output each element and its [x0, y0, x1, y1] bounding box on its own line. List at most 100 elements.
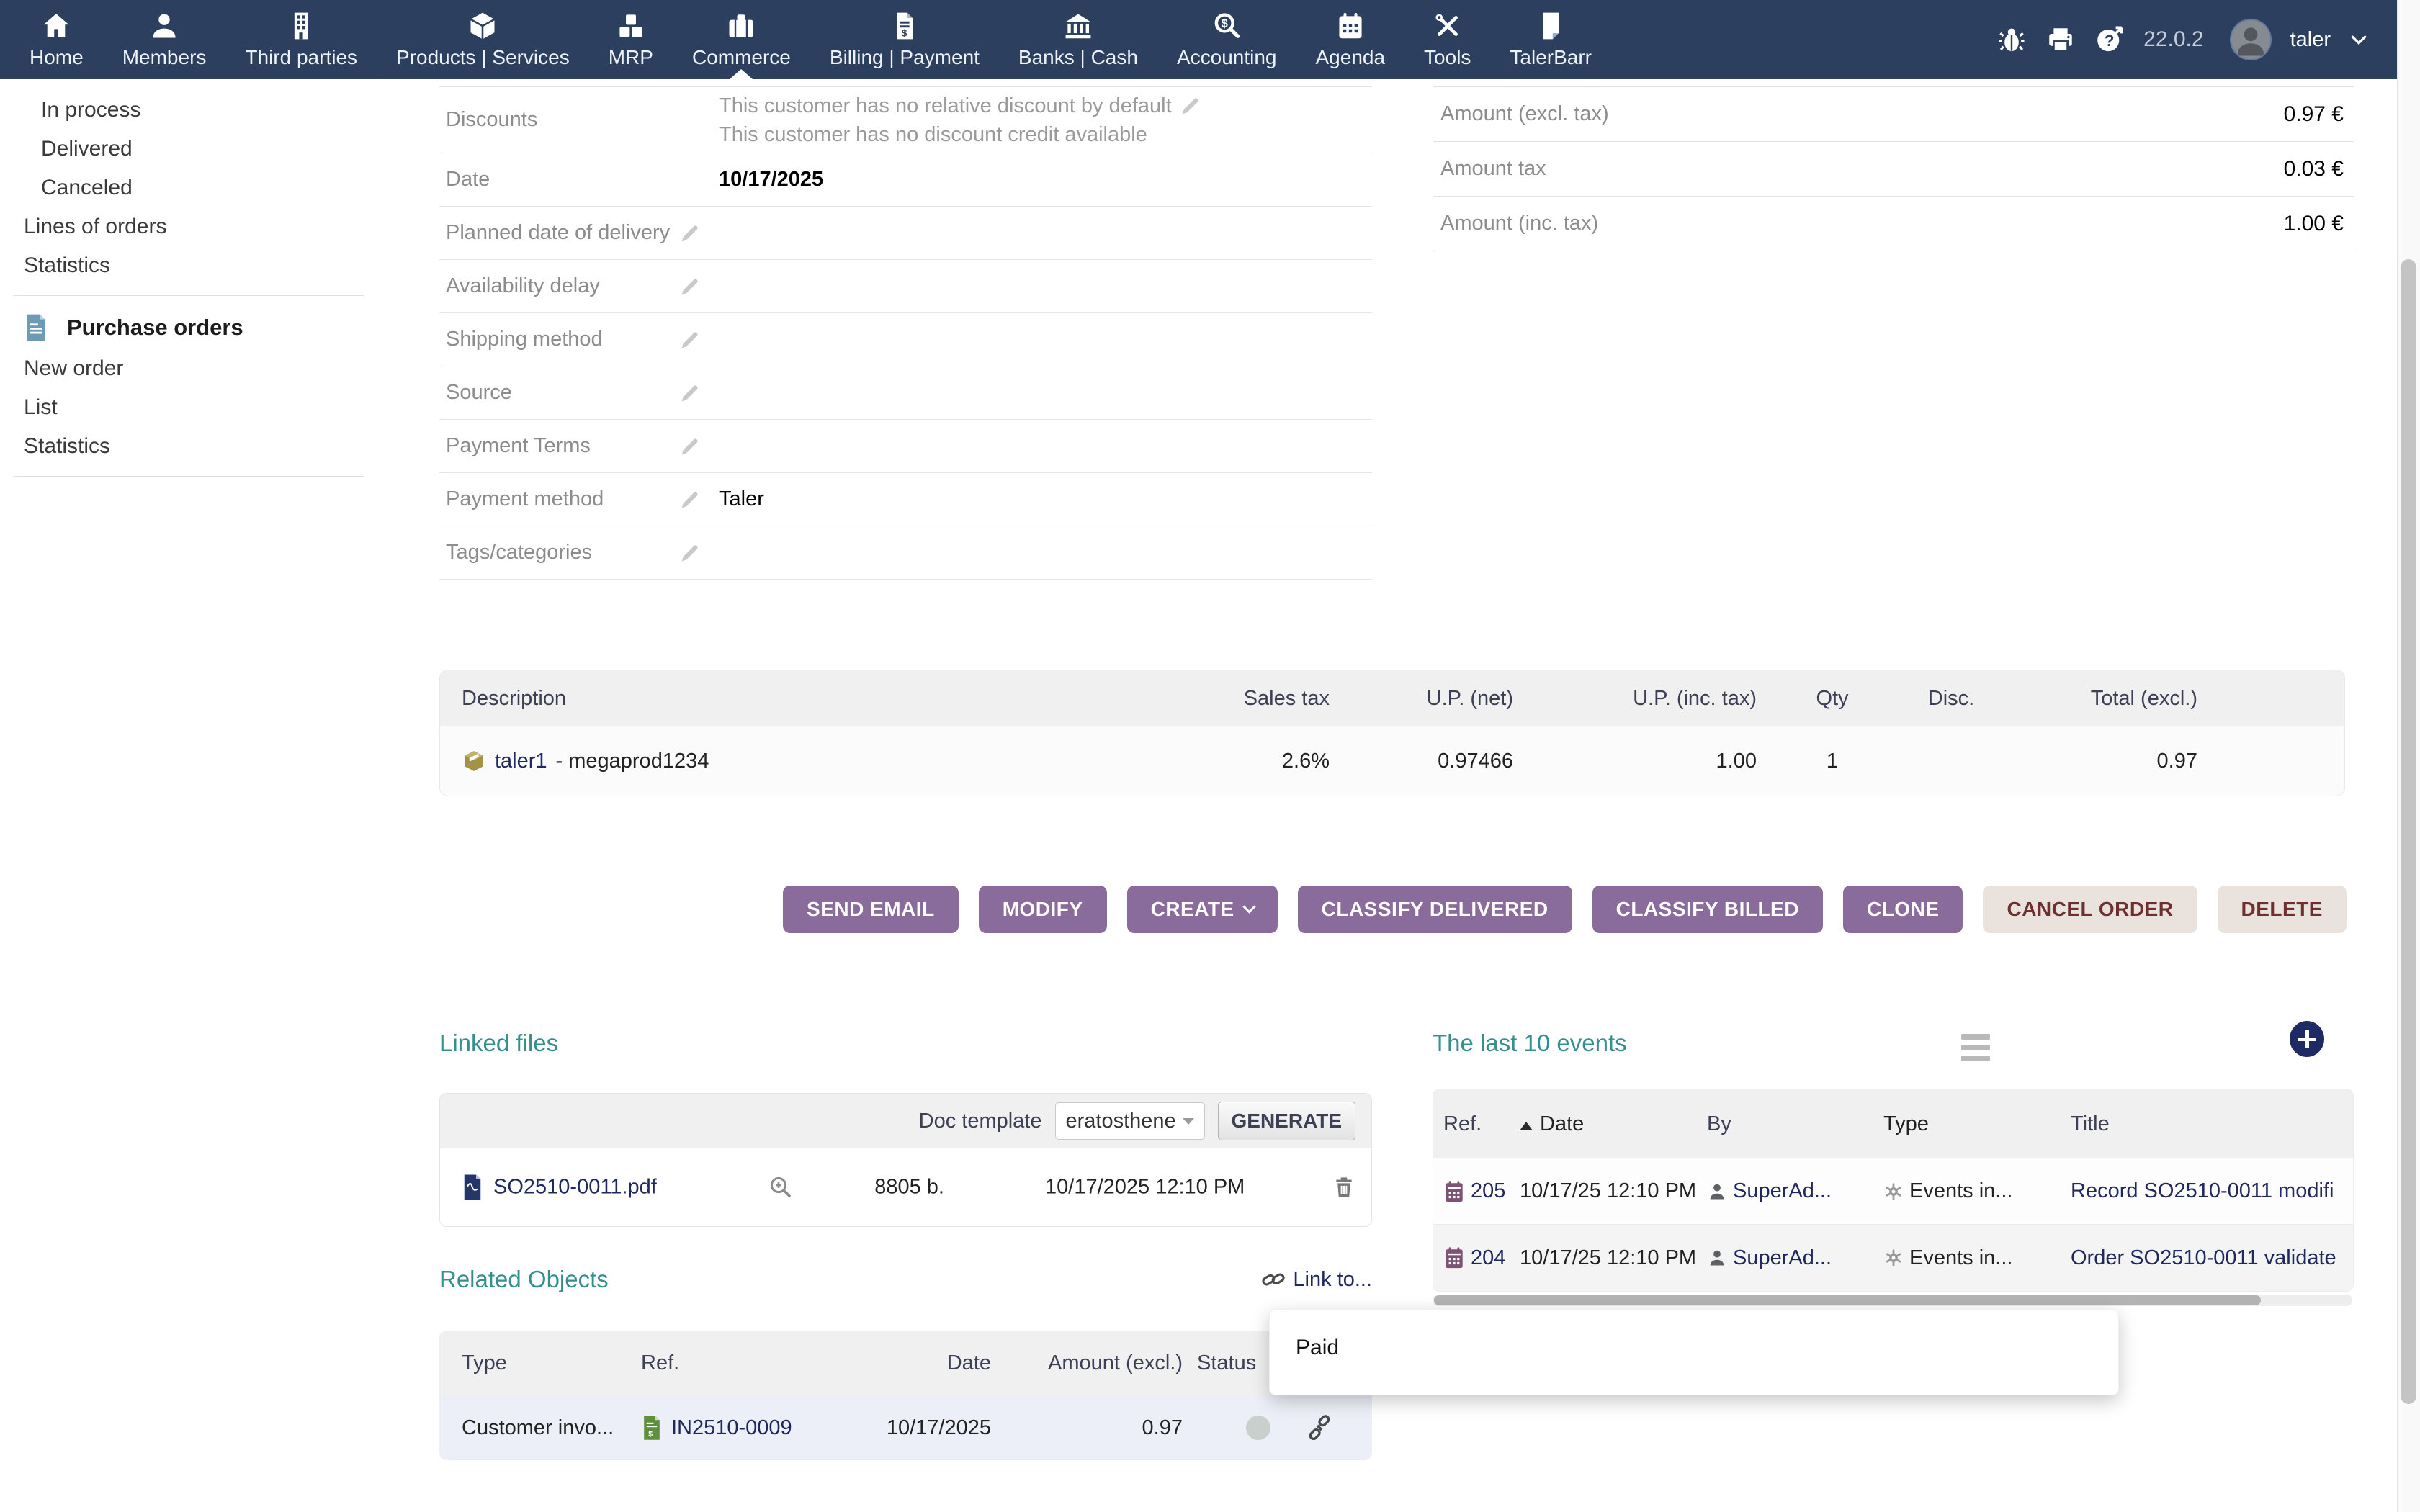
- briefcase-icon: [725, 10, 757, 42]
- event-by-link[interactable]: SuperAd...: [1733, 1179, 1832, 1203]
- svg-text:$: $: [648, 1430, 653, 1439]
- horizontal-scrollbar-thumb[interactable]: [1434, 1295, 2261, 1305]
- sidebar-item-lines-of-orders[interactable]: Lines of orders: [0, 207, 377, 246]
- product-ref-link[interactable]: taler1: [495, 750, 547, 773]
- doc-template-select[interactable]: eratosthene: [1055, 1102, 1205, 1140]
- nav-item-home[interactable]: Home: [10, 0, 103, 79]
- col-by[interactable]: By: [1707, 1112, 1883, 1136]
- print-icon[interactable]: [2045, 24, 2076, 55]
- preview-icon[interactable]: [768, 1174, 794, 1200]
- user-avatar[interactable]: [2230, 19, 2272, 60]
- sidebar-item-list[interactable]: List: [0, 388, 377, 427]
- chevron-down-icon[interactable]: [2349, 30, 2368, 49]
- col-title[interactable]: Title: [2071, 1112, 2353, 1136]
- event-title-link[interactable]: Order SO2510-0011 validate: [2071, 1246, 2336, 1269]
- event-ref-link[interactable]: 205: [1471, 1179, 1505, 1203]
- search-dollar-icon: $: [1211, 10, 1242, 42]
- classify-billed-button[interactable]: CLASSIFY BILLED: [1592, 886, 1823, 933]
- nav-item-agenda[interactable]: Agenda: [1296, 0, 1405, 79]
- pencil-icon[interactable]: [678, 275, 702, 298]
- nav-menu: Home Members Third parties Products | Se…: [0, 0, 1611, 79]
- event-title-link[interactable]: Record SO2510-0011 modifi: [2071, 1179, 2334, 1202]
- svg-text:?: ?: [2105, 32, 2114, 50]
- pencil-icon[interactable]: [678, 222, 702, 245]
- discounts-line1: This customer has no relative discount b…: [719, 91, 1172, 120]
- clone-button[interactable]: CLONE: [1843, 886, 1963, 933]
- field-row-source: Source: [439, 366, 1372, 420]
- horizontal-scrollbar[interactable]: [1433, 1295, 2352, 1306]
- sidebar-item-canceled[interactable]: Canceled: [0, 168, 377, 207]
- sidebar-item-in-process[interactable]: In process: [0, 91, 377, 130]
- pencil-icon[interactable]: [678, 328, 702, 351]
- event-by-link[interactable]: SuperAd...: [1733, 1246, 1832, 1270]
- pencil-icon[interactable]: [678, 488, 702, 511]
- field-row-date: Date 10/17/2025: [439, 153, 1372, 207]
- person-small-icon: [1707, 1182, 1727, 1202]
- col-disc: Disc.: [1908, 687, 1994, 711]
- send-email-button[interactable]: SEND EMAIL: [783, 886, 959, 933]
- nav-item-accounting[interactable]: $ Accounting: [1157, 0, 1296, 79]
- total-row-excl-tax: Amount (excl. tax) 0.97 €: [1433, 87, 2354, 142]
- events-header-row: Ref. Date By Type Title: [1433, 1089, 2353, 1158]
- delete-button[interactable]: DELETE: [2218, 886, 2347, 933]
- generate-button[interactable]: GENERATE: [1218, 1102, 1356, 1140]
- username-text[interactable]: taler: [2290, 28, 2331, 52]
- col-ref[interactable]: Ref.: [1433, 1112, 1520, 1136]
- classify-delivered-button[interactable]: CLASSIFY DELIVERED: [1298, 886, 1572, 933]
- sidebar-divider: [13, 295, 364, 296]
- nav-item-members[interactable]: Members: [103, 0, 226, 79]
- total-row-inc-tax: Amount (inc. tax) 1.00 €: [1433, 197, 2354, 251]
- link-to-action[interactable]: Link to...: [1261, 1267, 1372, 1292]
- person-small-icon: [1707, 1248, 1727, 1268]
- nav-item-commerce[interactable]: Commerce: [673, 0, 810, 79]
- unlink-icon[interactable]: [1307, 1415, 1332, 1441]
- calendar-small-icon: [1443, 1246, 1465, 1269]
- sidebar-item-statistics[interactable]: Statistics: [0, 246, 377, 285]
- line-up-net: 0.97466: [1330, 750, 1513, 773]
- link-to-label[interactable]: Link to...: [1293, 1268, 1372, 1292]
- nav-item-billing-payment[interactable]: $ Billing | Payment: [810, 0, 999, 79]
- event-ref-link[interactable]: 204: [1471, 1246, 1505, 1270]
- nav-item-third-parties[interactable]: Third parties: [225, 0, 377, 79]
- nav-item-products-services[interactable]: Products | Services: [377, 0, 589, 79]
- sidebar-item-delivered[interactable]: Delivered: [0, 130, 377, 168]
- sidebar-item-new-order[interactable]: New order: [0, 349, 377, 388]
- sidebar-item-purchase-statistics[interactable]: Statistics: [0, 427, 377, 466]
- vertical-scrollbar-thumb[interactable]: [2401, 259, 2416, 1404]
- pencil-icon[interactable]: [678, 382, 702, 405]
- nav-item-label: Third parties: [245, 46, 357, 69]
- pencil-icon[interactable]: [678, 435, 702, 458]
- gear-icon: [1883, 1182, 1904, 1202]
- col-date[interactable]: Date: [1520, 1112, 1707, 1136]
- nav-item-mrp[interactable]: MRP: [589, 0, 673, 79]
- related-ref-link[interactable]: IN2510-0009: [671, 1416, 792, 1440]
- line-total: 0.97: [1994, 750, 2197, 773]
- event-type: Events in...: [1909, 1246, 2012, 1270]
- top-navbar: Home Members Third parties Products | Se…: [0, 0, 2397, 79]
- bug-icon[interactable]: [1996, 24, 2027, 55]
- trash-icon[interactable]: [1332, 1175, 1356, 1200]
- linked-file-name[interactable]: SO2510-0011.pdf: [493, 1176, 657, 1200]
- modify-button[interactable]: MODIFY: [979, 886, 1107, 933]
- list-view-icon[interactable]: [1961, 1034, 1990, 1061]
- nav-item-label: Accounting: [1177, 46, 1277, 69]
- nav-item-talerbarr[interactable]: TalerBarr: [1490, 0, 1611, 79]
- field-row-planned-delivery: Planned date of delivery: [439, 207, 1372, 260]
- svg-text:$: $: [902, 28, 908, 39]
- add-event-button[interactable]: [2290, 1021, 2324, 1057]
- create-button[interactable]: CREATE: [1127, 886, 1278, 933]
- vertical-scrollbar[interactable]: [2397, 0, 2420, 1512]
- pencil-icon[interactable]: [1179, 94, 1202, 117]
- total-label: Amount (inc. tax): [1433, 212, 1598, 235]
- cancel-order-button[interactable]: CANCEL ORDER: [1983, 886, 2197, 933]
- nav-item-tools[interactable]: Tools: [1404, 0, 1490, 79]
- total-value: 1.00 €: [2284, 212, 2354, 236]
- pencil-icon[interactable]: [678, 541, 702, 564]
- package-icon: [462, 749, 486, 773]
- home-icon: [40, 10, 72, 42]
- col-type[interactable]: Type: [1883, 1112, 2071, 1136]
- col-amount: Amount (excl.): [991, 1351, 1183, 1375]
- help-icon[interactable]: ?: [2094, 24, 2125, 55]
- nav-item-banks-cash[interactable]: Banks | Cash: [999, 0, 1157, 79]
- nav-item-label: Home: [30, 46, 84, 69]
